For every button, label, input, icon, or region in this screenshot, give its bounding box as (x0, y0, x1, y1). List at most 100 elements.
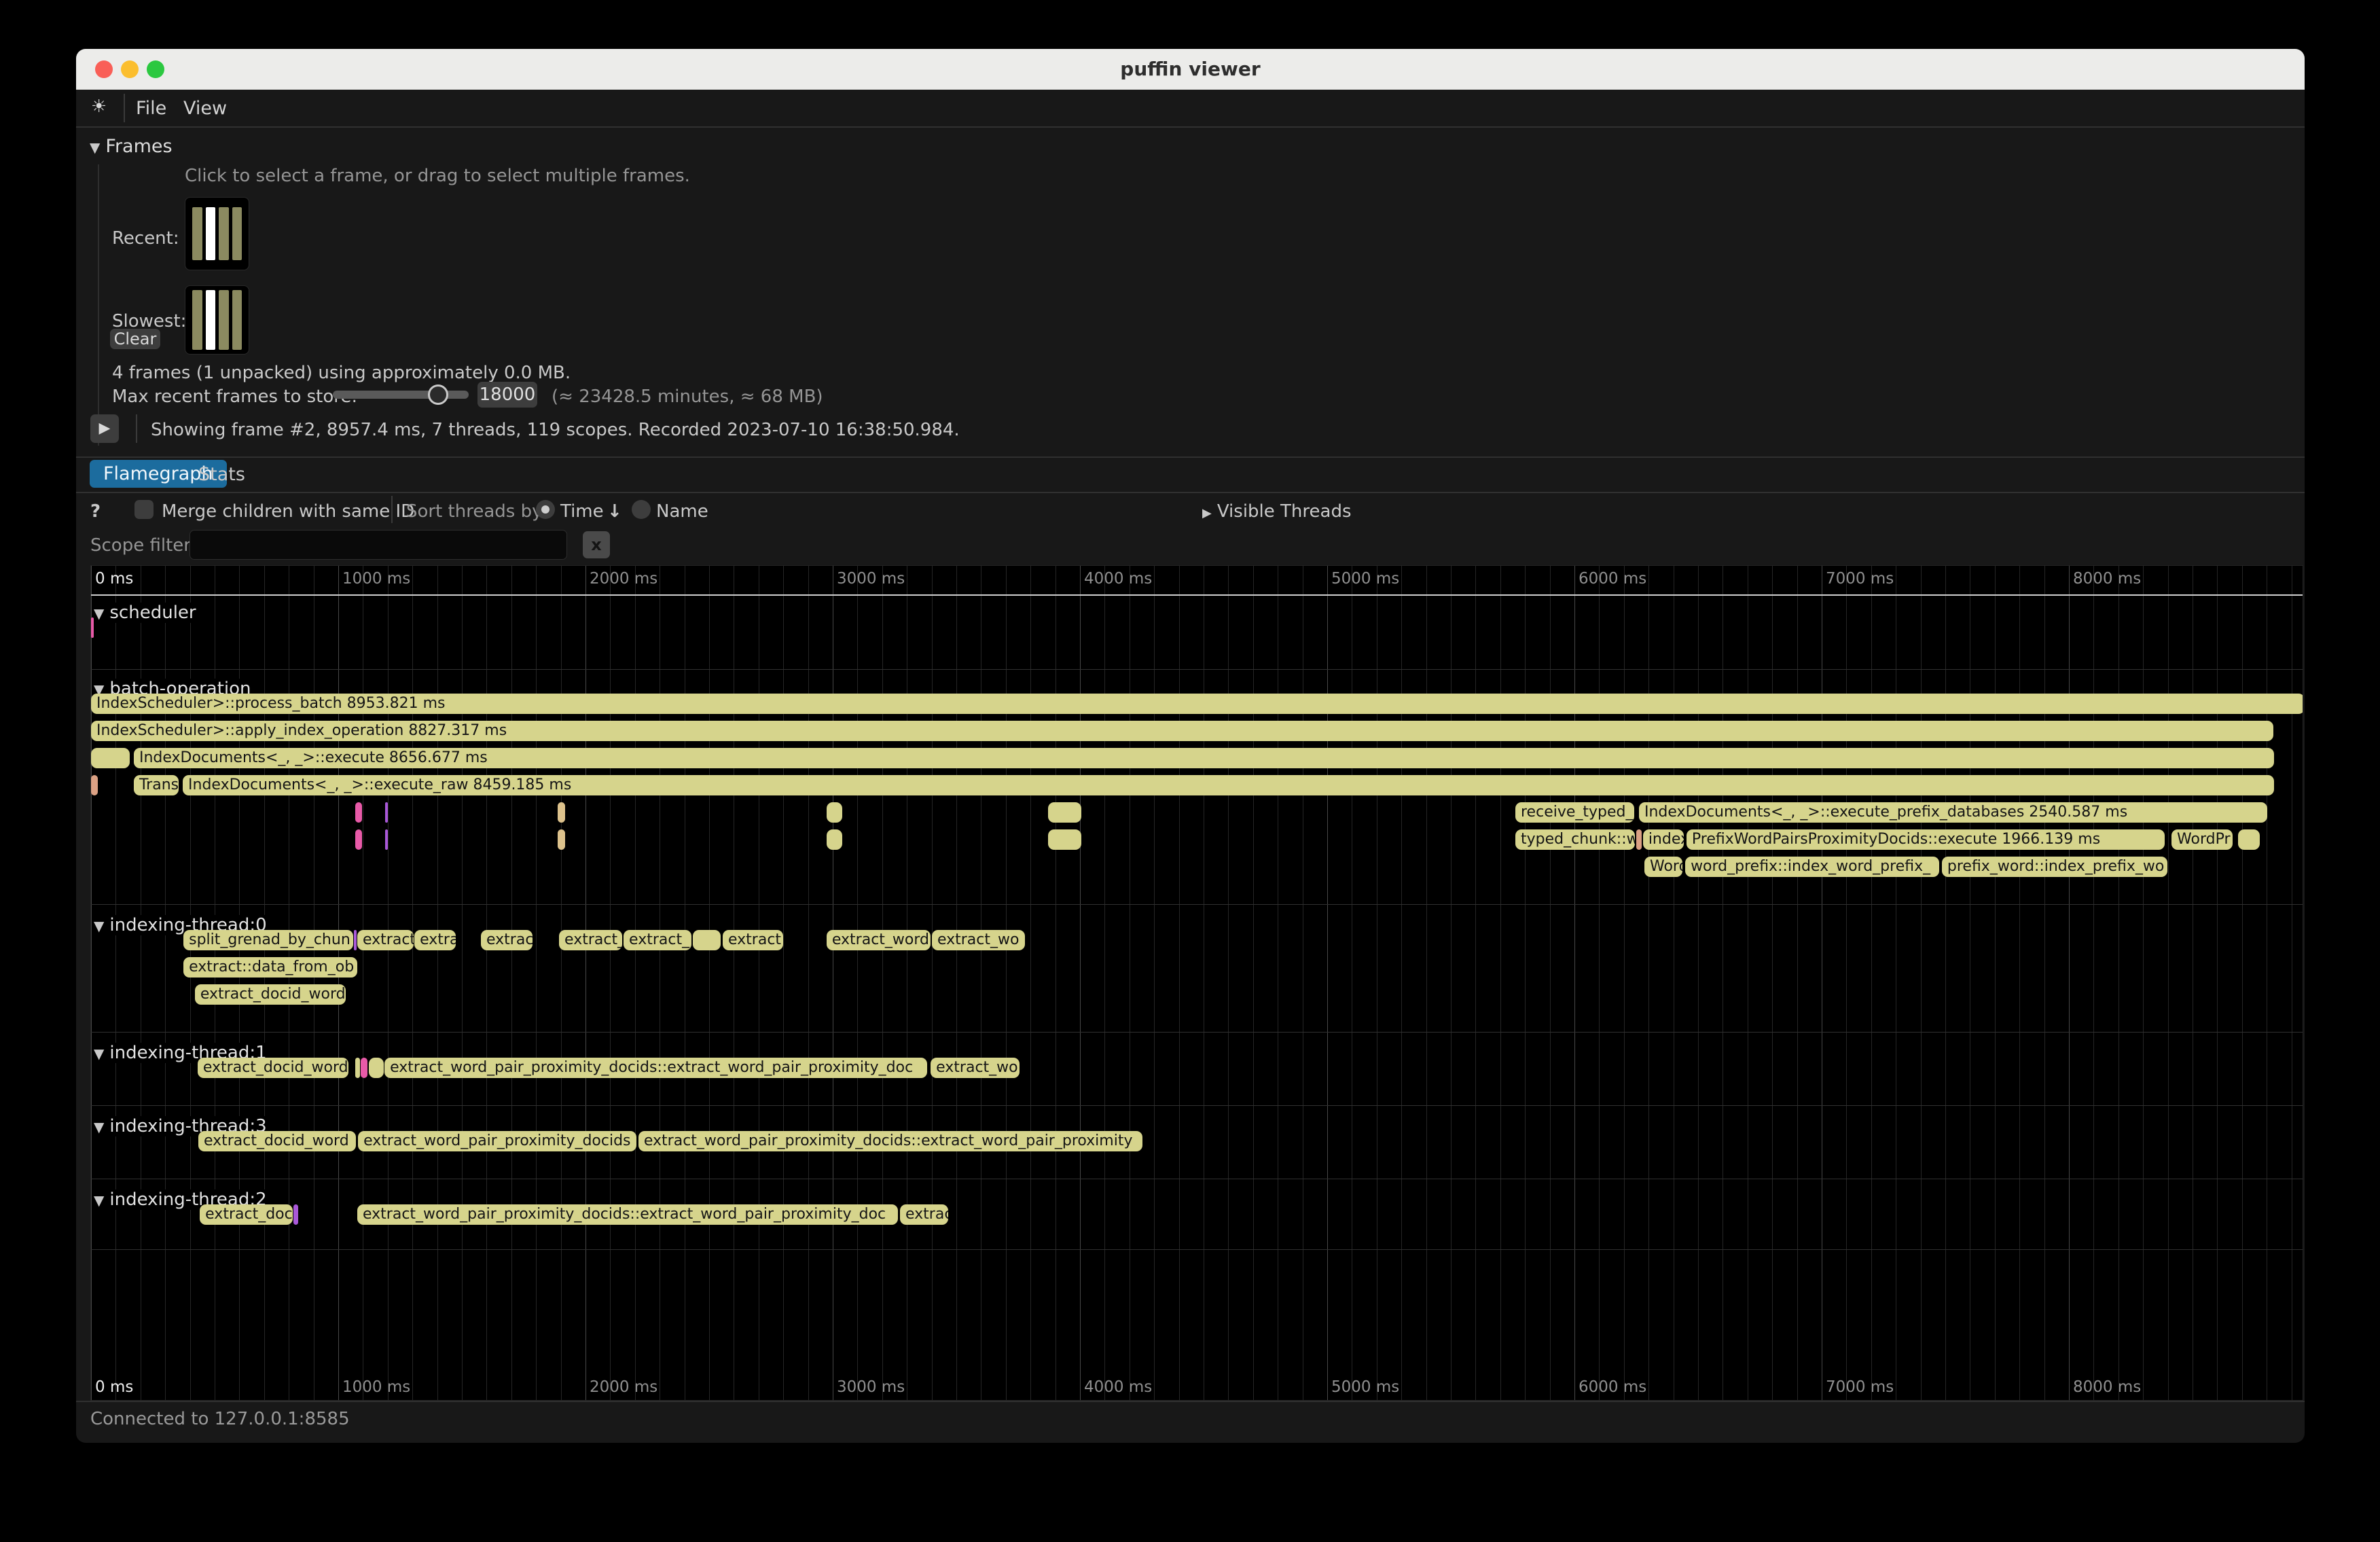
flamegraph-span[interactable] (2238, 829, 2260, 850)
axis-rule (91, 594, 2303, 596)
gridline (1995, 566, 1996, 1400)
flamegraph-span[interactable] (354, 930, 357, 950)
recent-frame-thumbnail[interactable] (185, 197, 249, 270)
collapse-triangle-icon: ▼ (94, 1045, 104, 1062)
flamegraph-span[interactable] (355, 1058, 360, 1078)
flamegraph-span[interactable]: Word (1644, 857, 1682, 877)
merge-children-checkbox[interactable] (134, 500, 154, 519)
thread-name: scheduler (109, 603, 196, 623)
sort-direction-arrow-icon[interactable]: ↓ (607, 501, 622, 522)
flamegraph-span[interactable] (1048, 802, 1081, 823)
slowest-frame-thumbnail[interactable] (185, 285, 249, 355)
flamegraph-span[interactable]: extract (723, 930, 783, 950)
axis-tick-label: 5000 ms (1331, 570, 1399, 588)
gridline (1006, 566, 1007, 1400)
flamegraph-span[interactable]: IndexScheduler>::process_batch 8953.821 … (91, 694, 2303, 714)
flamegraph-span[interactable] (293, 1204, 298, 1225)
flamegraph-span[interactable]: extract_docid_word (195, 984, 346, 1005)
flamegraph-span[interactable] (91, 775, 98, 795)
clear-frames-button[interactable]: Clear (110, 329, 160, 349)
window-title: puffin viewer (76, 49, 2305, 90)
flamegraph-span[interactable]: extract::data_from_ob (183, 957, 357, 978)
flamegraph-span[interactable]: extra (414, 930, 456, 950)
flamegraph-span[interactable]: extract_word (827, 930, 931, 950)
flamegraph-span[interactable]: extract_word_pair_proximity_docids::extr… (384, 1058, 927, 1078)
clear-filter-button[interactable]: x (583, 531, 610, 558)
flamegraph-span[interactable] (385, 829, 388, 850)
flamegraph-span[interactable] (355, 829, 362, 850)
help-button[interactable]: ? (90, 501, 101, 522)
flamegraph-span[interactable]: IndexScheduler>::apply_index_operation 8… (91, 721, 2273, 741)
sort-by-name-radio[interactable] (632, 500, 651, 519)
flamegraph-span[interactable]: word_prefix::index_word_prefix_ (1685, 857, 1939, 877)
flamegraph-span[interactable]: IndexDocuments<_, _>::execute_prefix_dat… (1639, 802, 2267, 823)
flamegraph-span[interactable] (91, 748, 130, 768)
flamegraph-span[interactable]: extract_doc (200, 1204, 293, 1225)
flamegraph-span[interactable]: prefix_word::index_prefix_wo (1942, 857, 2167, 877)
gridline (635, 566, 636, 1400)
frames-summary-text: 4 frames (1 unpacked) using approximatel… (112, 363, 571, 383)
flamegraph-span[interactable]: extract_word_pair_proximity_docids::extr… (638, 1131, 1142, 1151)
frame-thumbnail-bar (232, 207, 242, 260)
flamegraph-span[interactable]: extrac (481, 930, 533, 950)
flamegraph-span[interactable]: extract_ (559, 930, 622, 950)
sort-by-time-radio[interactable] (536, 500, 555, 519)
flamegraph-span[interactable]: extract_word_pair_proximity_docids::extr… (357, 1204, 898, 1225)
flamegraph-span[interactable]: extract_word_pair_proximity_docids (358, 1131, 636, 1151)
flamegraph-span[interactable]: extract (357, 930, 414, 950)
flamegraph-canvas[interactable]: 0 ms0 ms1000 ms1000 ms2000 ms2000 ms3000… (90, 565, 2303, 1401)
theme-sun-icon[interactable]: ☀ (91, 96, 107, 117)
flamegraph-span[interactable]: IndexDocuments<_, _>::execute_raw 8459.1… (183, 775, 2274, 795)
tab-stats[interactable]: Stats (198, 464, 245, 485)
flamegraph-span[interactable] (827, 829, 842, 850)
gridline (561, 566, 562, 1400)
gridline (808, 566, 809, 1400)
flamegraph-span[interactable]: receive_typed_ (1515, 802, 1634, 823)
gridline (486, 566, 487, 1400)
flamegraph-span[interactable]: IndexDocuments<_, _>::execute 8656.677 m… (134, 748, 2274, 768)
flamegraph-span[interactable] (693, 930, 721, 950)
visible-threads-label: Visible Threads (1217, 501, 1352, 522)
flamegraph-span[interactable] (1636, 829, 1642, 850)
max-frames-value[interactable]: 18000 (477, 382, 537, 408)
flamegraph-span[interactable]: typed_chunk::w (1515, 829, 1635, 850)
flamegraph-span[interactable]: extrac (900, 1204, 948, 1225)
frames-section-label: Frames (105, 136, 172, 157)
scope-filter-input[interactable] (190, 530, 567, 560)
menu-file[interactable]: File (136, 98, 166, 119)
app-window: puffin viewer ☀ File View ▼Frames Click … (76, 49, 2305, 1443)
frames-section-header[interactable]: ▼Frames (90, 136, 173, 157)
flamegraph-span[interactable]: extract_wo (931, 1058, 1020, 1078)
menu-view[interactable]: View (183, 98, 227, 119)
flamegraph-span[interactable] (1048, 829, 1081, 850)
gridline (1574, 566, 1575, 1400)
play-button[interactable]: ▶ (90, 414, 119, 443)
max-frames-slider-knob[interactable] (428, 384, 448, 405)
flamegraph-span[interactable] (558, 829, 565, 850)
flamegraph-span[interactable]: extract_ (624, 930, 691, 950)
flamegraph-span[interactable]: extract_docid_word (198, 1058, 348, 1078)
flamegraph-span[interactable]: index (1643, 829, 1684, 850)
flamegraph-span[interactable] (827, 802, 842, 823)
flamegraph-span[interactable] (361, 1058, 367, 1078)
thread-header[interactable]: ▼scheduler (94, 603, 206, 623)
axis-tick-label: 2000 ms (590, 1378, 657, 1396)
gridline (91, 566, 92, 1400)
flamegraph-span[interactable] (385, 802, 388, 823)
visible-threads-header[interactable]: ▶Visible Threads (1202, 501, 1352, 522)
flamegraph-span[interactable]: extract_wo (932, 930, 1025, 950)
flamegraph-span[interactable]: extract_docid_word (198, 1131, 356, 1151)
flamegraph-span[interactable] (355, 802, 362, 823)
flamegraph-span[interactable] (558, 802, 565, 823)
status-bar-text: Connected to 127.0.0.1:8585 (90, 1409, 350, 1429)
menu-separator (124, 94, 125, 122)
flamegraph-span[interactable]: WordPr (2171, 829, 2233, 850)
flamegraph-span[interactable] (369, 1058, 384, 1078)
flamegraph-span[interactable]: Trans (134, 775, 179, 795)
flamegraph-span[interactable]: split_grenad_by_chun (183, 930, 353, 950)
gridline (1599, 566, 1600, 1400)
max-frames-slider-track[interactable] (333, 391, 469, 399)
flamegraph-span[interactable]: PrefixWordPairsProximityDocids::execute … (1687, 829, 2165, 850)
axis-tick-label: 3000 ms (837, 570, 905, 588)
flamegraph-span[interactable] (91, 617, 94, 638)
